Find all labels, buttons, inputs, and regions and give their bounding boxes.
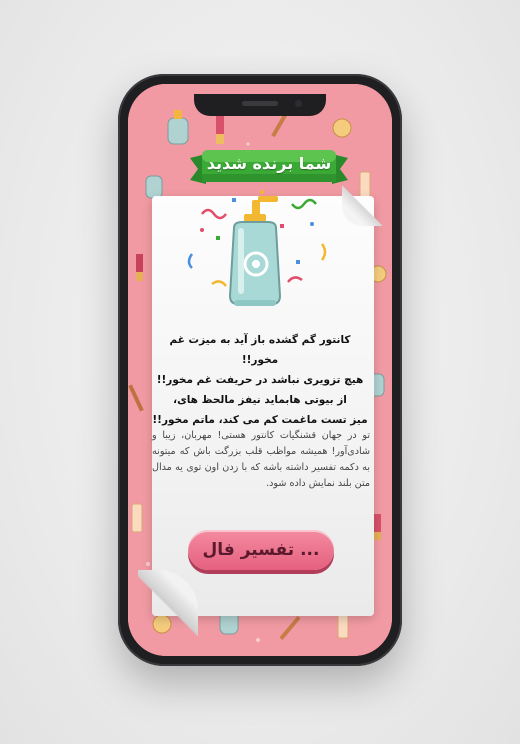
poem-text: کانتور گم گشده باز آید به میزت غم مخور!!… (150, 330, 370, 430)
poem-line: میز تست ماغمت کم می کند، ماتم مخور!! (152, 414, 368, 426)
phone-frame: شما برنده شدید کانتور گم گشده باز آید به… (118, 74, 402, 666)
pump-bottle-icon (187, 190, 327, 306)
win-banner-title: شما برنده شدید (206, 154, 332, 173)
pattern-lipstick-icon (216, 114, 224, 144)
description-text: تو در جهان قشنگیات کانتور هستی! مهربان، … (152, 430, 370, 489)
poem-line: هیچ تزویری نباشد در حریفت غم مخور!! (156, 374, 364, 386)
poem-line: از بیوتی هابماید نیفز مالحظ های، (173, 394, 347, 406)
interpret-button[interactable]: تفسیر فال ... (188, 530, 334, 570)
phone-screen: شما برنده شدید کانتور گم گشده باز آید به… (128, 84, 392, 656)
win-banner: شما برنده شدید (184, 144, 354, 190)
phone-notch (194, 94, 326, 116)
poem-line: کانتور گم گشده باز آید به میزت غم مخور!! (169, 334, 351, 366)
pattern-compact-icon (332, 118, 352, 138)
paper-curl-top-right (342, 186, 382, 226)
stage: شما برنده شدید کانتور گم گشده باز آید به… (0, 0, 520, 744)
